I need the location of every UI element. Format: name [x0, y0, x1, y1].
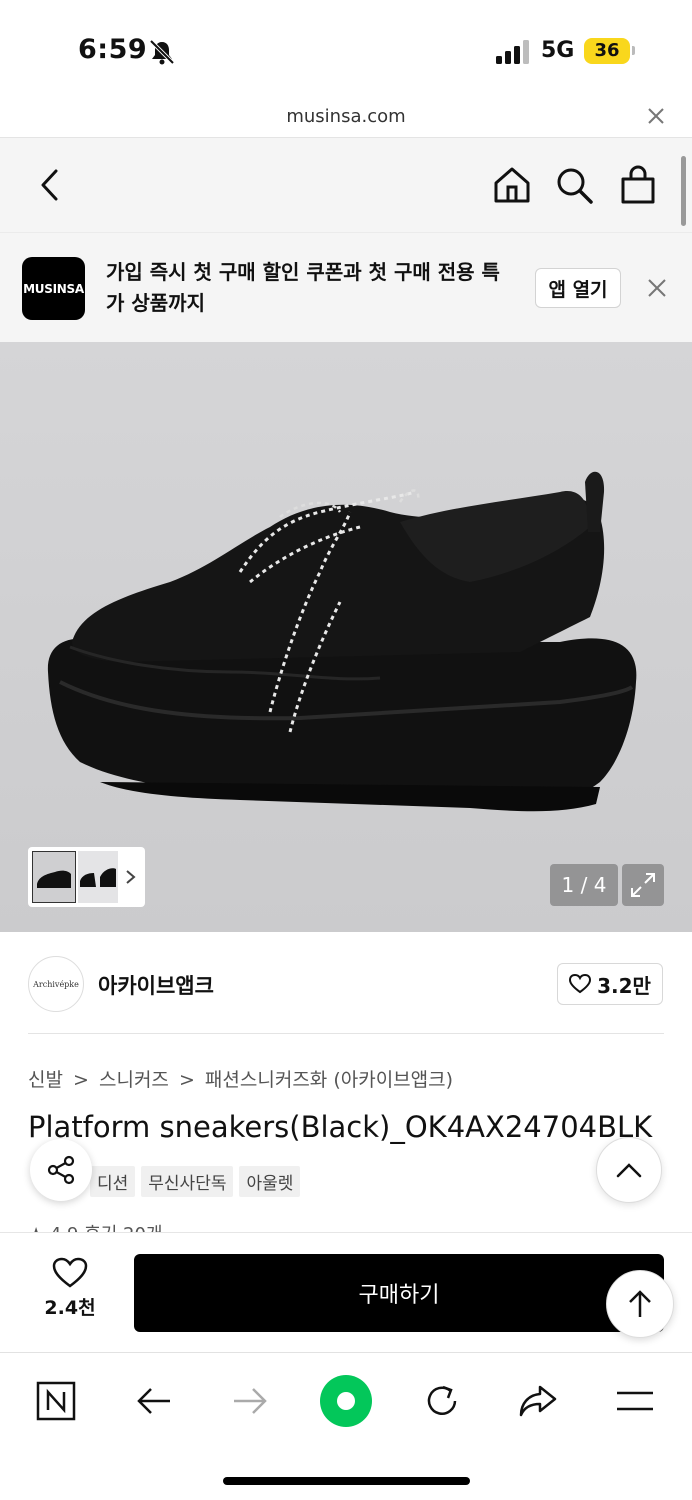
thumbnail-1[interactable]	[32, 851, 76, 903]
menu-button[interactable]	[607, 1373, 663, 1429]
share-page-button[interactable]	[510, 1373, 566, 1429]
breadcrumb-item[interactable]: 패션스니커즈화 (아카이브앱크)	[205, 1069, 453, 1091]
shopping-bag-icon	[621, 165, 655, 204]
close-icon[interactable]	[646, 106, 666, 126]
naver-green-button[interactable]	[318, 1373, 374, 1429]
hamburger-icon	[617, 1391, 653, 1411]
banner-message: 가입 즉시 첫 구매 할인 쿠폰과 첫 구매 전용 특가 상품까지	[106, 260, 500, 315]
buy-button[interactable]: 구매하기	[134, 1254, 664, 1332]
wishlist-button[interactable]: 2.4천	[28, 1257, 112, 1331]
product-image-gallery[interactable]: 1 / 4	[0, 342, 692, 932]
battery-indicator: 36	[584, 38, 630, 64]
home-button[interactable]	[490, 160, 534, 210]
scrollbar-thumb[interactable]	[681, 156, 686, 226]
url-text[interactable]: musinsa.com	[0, 106, 692, 127]
browser-back-button[interactable]	[126, 1373, 182, 1429]
breadcrumb-separator: >	[178, 1069, 195, 1091]
refresh-icon	[427, 1385, 457, 1415]
app-install-banner: MUSINSA 가입 즉시 첫 구매 할인 쿠폰과 첫 구매 전용 특가 상품까…	[0, 232, 692, 342]
brand-name[interactable]: 아카이브앱크	[98, 970, 214, 1000]
scroll-top-button[interactable]	[606, 1270, 674, 1338]
cart-button[interactable]	[616, 160, 660, 210]
arrow-right-icon	[234, 1388, 267, 1414]
image-counter: 1 / 4	[550, 864, 618, 906]
status-time: 6:59	[78, 34, 148, 65]
chevron-right-icon[interactable]	[124, 863, 138, 891]
home-indicator[interactable]	[223, 1477, 470, 1485]
chevron-up-icon	[616, 1163, 642, 1178]
tag: 디션	[90, 1166, 136, 1197]
naver-n-icon	[36, 1381, 76, 1421]
heart-icon	[52, 1257, 88, 1288]
battery-tip	[632, 46, 635, 55]
signal-icon	[496, 40, 529, 64]
product-tags: 디션 무신사단독 아울렛	[90, 1166, 301, 1197]
tag: 무신사단독	[141, 1166, 234, 1197]
status-bar: 6:59 5G 36	[0, 0, 692, 100]
product-title: Platform sneakers(Black)_OK4AX24704BLK	[28, 1110, 653, 1144]
search-icon	[557, 168, 593, 204]
tag: 아울렛	[239, 1166, 301, 1197]
back-button[interactable]	[28, 160, 72, 210]
thumbnail-strip[interactable]	[28, 847, 145, 907]
heart-icon	[569, 974, 592, 994]
naver-tab-button[interactable]	[28, 1373, 84, 1429]
arrow-up-icon	[629, 1290, 651, 1317]
rating-peek: ★ 4.9 후기 20개	[28, 1220, 228, 1232]
open-app-button[interactable]: 앱 열기	[535, 268, 621, 308]
expand-icon	[631, 873, 655, 897]
brand-row: Archivépke 아카이브앱크 3.2만	[0, 932, 692, 1034]
breadcrumb-item[interactable]: 스니커즈	[99, 1069, 169, 1091]
brand-like-count: 3.2만	[597, 973, 651, 998]
green-dot-icon	[320, 1375, 372, 1427]
breadcrumb-separator: >	[73, 1069, 89, 1091]
forward-share-icon	[519, 1385, 557, 1417]
app-header	[0, 138, 692, 232]
scroll-up-button[interactable]	[596, 1137, 662, 1203]
arrow-left-icon	[137, 1388, 170, 1414]
close-icon[interactable]	[646, 277, 668, 299]
purchase-bar: 2.4천 구매하기	[0, 1232, 692, 1352]
browser-toolbar	[0, 1352, 692, 1500]
brand-logo[interactable]: Archivépke	[28, 956, 84, 1012]
url-bar[interactable]: musinsa.com	[0, 100, 692, 138]
sneaker-image	[0, 342, 692, 932]
home-icon	[494, 167, 530, 203]
bell-slash-icon	[149, 39, 175, 65]
musinsa-logo: MUSINSA	[22, 257, 85, 320]
refresh-button[interactable]	[414, 1373, 470, 1429]
browser-forward-button[interactable]	[222, 1373, 278, 1429]
search-button[interactable]	[552, 160, 596, 210]
share-icon	[47, 1155, 75, 1185]
expand-button[interactable]	[622, 864, 664, 906]
wishlist-count: 2.4천	[44, 1297, 96, 1319]
breadcrumb: 신발 > 스니커즈 > 패션스니커즈화 (아카이브앱크)	[28, 1065, 457, 1092]
chevron-left-icon	[41, 169, 58, 201]
thumbnail-2[interactable]	[78, 851, 118, 903]
breadcrumb-item[interactable]: 신발	[28, 1069, 63, 1091]
share-button[interactable]	[30, 1139, 92, 1201]
network-label: 5G	[541, 38, 575, 63]
divider	[28, 1033, 664, 1034]
brand-like-button[interactable]: 3.2만	[557, 963, 663, 1005]
